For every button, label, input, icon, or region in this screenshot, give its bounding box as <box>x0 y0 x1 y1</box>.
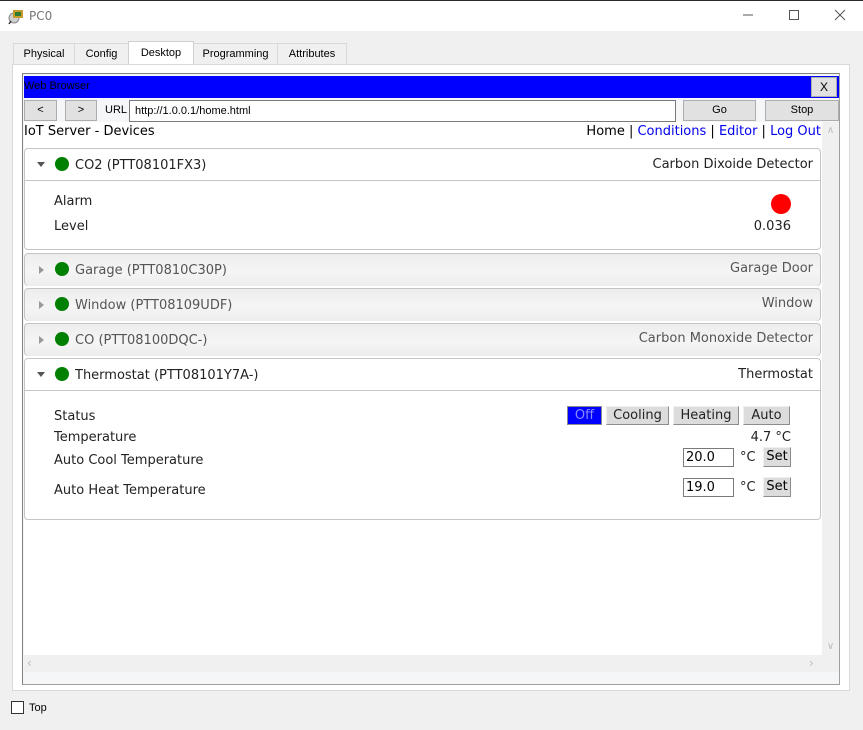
device-header[interactable]: Window (PTT08109UDF) Window <box>25 289 820 321</box>
window-title: PC0 <box>29 9 53 23</box>
tab-physical[interactable]: Physical <box>13 43 75 65</box>
device-header[interactable]: CO2 (PTT08101FX3) Carbon Dixoide Detecto… <box>25 149 820 181</box>
close-icon <box>834 9 846 24</box>
status-led-icon <box>55 297 69 311</box>
device-panel-co[interactable]: CO (PTT08100DQC-) Carbon Monoxide Detect… <box>24 323 821 356</box>
auto-heat-unit: °C <box>740 480 756 495</box>
caret-down-icon <box>37 162 45 167</box>
close-button[interactable] <box>817 1 863 31</box>
web-browser-window: Web Browser X < > URL Go Stop IoT Server… <box>22 73 840 685</box>
device-name: CO2 (PTT08101FX3) <box>75 158 207 173</box>
browser-nav-bar: < > URL Go Stop <box>24 100 839 122</box>
mode-heating-button[interactable]: Heating <box>673 406 739 425</box>
scroll-right-icon[interactable]: › <box>809 655 826 672</box>
device-name: CO (PTT08100DQC-) <box>75 333 208 348</box>
device-header[interactable]: CO (PTT08100DQC-) Carbon Monoxide Detect… <box>25 324 820 356</box>
device-type: Window <box>761 296 813 311</box>
maximize-button[interactable] <box>771 1 817 31</box>
tab-desktop[interactable]: Desktop <box>128 41 194 64</box>
alarm-indicator-icon <box>771 194 791 214</box>
url-label: URL <box>105 104 128 116</box>
device-type: Carbon Dixoide Detector <box>652 157 813 172</box>
mode-auto-button[interactable]: Auto <box>743 406 790 425</box>
tab-bar: Physical Config Desktop Programming Attr… <box>13 41 347 65</box>
scroll-down-icon[interactable]: ∨ <box>822 638 839 655</box>
device-header[interactable]: Thermostat (PTT08101Y7A-) Thermostat <box>25 359 820 391</box>
mode-cooling-button[interactable]: Cooling <box>606 406 669 425</box>
packet-tracer-pc-icon <box>8 9 24 25</box>
nav-separator: | <box>624 124 638 139</box>
horizontal-scrollbar[interactable]: ‹ › <box>24 655 839 672</box>
temperature-value: 4.7 °C <box>750 430 791 445</box>
scroll-up-icon[interactable]: ∧ <box>822 122 839 139</box>
browser-page: IoT Server - Devices Home | Conditions |… <box>24 122 839 672</box>
minimize-button[interactable] <box>725 1 771 31</box>
auto-cool-label: Auto Cool Temperature <box>54 453 204 468</box>
mode-off-button[interactable]: Off <box>567 406 602 425</box>
tab-programming[interactable]: Programming <box>193 43 278 65</box>
device-type: Thermostat <box>738 367 813 382</box>
web-browser-close-button[interactable]: X <box>811 77 837 97</box>
device-panel-co2: CO2 (PTT08101FX3) Carbon Dixoide Detecto… <box>24 148 821 250</box>
device-name: Window (PTT08109UDF) <box>75 298 233 313</box>
nav-conditions-link[interactable]: Conditions <box>637 124 706 139</box>
top-checkbox-label: Top <box>29 702 47 714</box>
alarm-label: Alarm <box>54 194 93 209</box>
temperature-label: Temperature <box>54 430 137 445</box>
forward-button[interactable]: > <box>65 100 97 121</box>
device-type: Carbon Monoxide Detector <box>638 331 813 346</box>
scroll-left-icon[interactable]: ‹ <box>27 655 44 672</box>
caret-right-icon <box>39 301 44 309</box>
stop-button[interactable]: Stop <box>765 100 839 121</box>
top-checkbox[interactable] <box>11 701 24 714</box>
status-label: Status <box>54 409 96 424</box>
vertical-scrollbar[interactable]: ∧ ∨ <box>822 122 839 655</box>
back-button[interactable]: < <box>24 100 57 121</box>
auto-cool-input[interactable] <box>683 448 734 467</box>
desktop-tab-panel: Web Browser X < > URL Go Stop IoT Server… <box>12 64 850 691</box>
minimize-icon <box>742 9 754 24</box>
device-panel-window[interactable]: Window (PTT08109UDF) Window <box>24 288 821 321</box>
nav-logout-link[interactable]: Log Out <box>770 124 821 139</box>
auto-heat-label: Auto Heat Temperature <box>54 483 206 498</box>
status-led-icon <box>55 262 69 276</box>
level-value: 0.036 <box>753 219 791 234</box>
caret-right-icon <box>39 266 44 274</box>
top-nav: Home | Conditions | Editor | Log Out <box>586 124 821 139</box>
tab-attributes[interactable]: Attributes <box>277 43 347 65</box>
caret-right-icon <box>39 336 44 344</box>
window-titlebar: PC0 <box>0 0 863 31</box>
device-header[interactable]: Garage (PTT0810C30P) Garage Door <box>25 254 820 286</box>
go-button[interactable]: Go <box>683 100 756 121</box>
auto-heat-input[interactable] <box>683 478 734 497</box>
device-panel-thermostat: Thermostat (PTT08101Y7A-) Thermostat Sta… <box>24 358 821 520</box>
nav-separator: | <box>706 124 719 139</box>
web-browser-titlebar: Web Browser X <box>24 76 839 98</box>
device-type: Garage Door <box>730 261 813 276</box>
auto-heat-set-button[interactable]: Set <box>763 477 791 497</box>
nav-editor-link[interactable]: Editor <box>719 124 757 139</box>
device-name: Garage (PTT0810C30P) <box>75 263 227 278</box>
nav-separator: | <box>757 124 771 139</box>
device-name: Thermostat (PTT08101Y7A-) <box>75 368 259 383</box>
caret-down-icon <box>37 372 45 377</box>
device-panel-garage[interactable]: Garage (PTT0810C30P) Garage Door <box>24 253 821 286</box>
status-led-icon <box>55 332 69 346</box>
status-led-icon <box>55 367 69 381</box>
nav-home-link[interactable]: Home <box>586 124 624 139</box>
maximize-icon <box>788 9 800 24</box>
web-browser-title: Web Browser <box>24 80 90 92</box>
auto-cool-unit: °C <box>740 450 756 465</box>
url-input[interactable] <box>129 100 676 122</box>
level-label: Level <box>54 219 89 234</box>
page-title: IoT Server - Devices <box>24 124 155 139</box>
auto-cool-set-button[interactable]: Set <box>763 447 791 467</box>
status-led-icon <box>55 157 69 171</box>
tab-config[interactable]: Config <box>74 43 129 65</box>
